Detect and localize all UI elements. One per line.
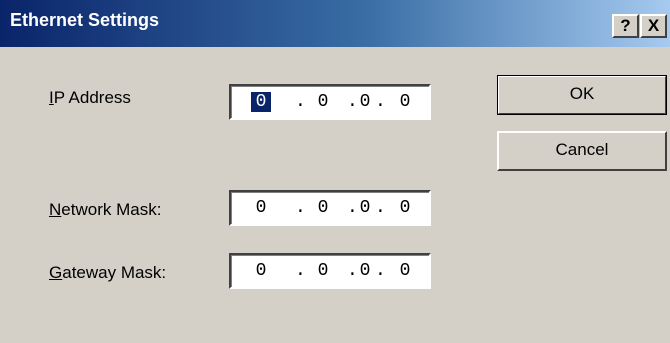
- network-mask-octet-4[interactable]: 0: [395, 198, 415, 218]
- gateway-mask-octet-3[interactable]: 0: [355, 261, 375, 281]
- ip-address-octet-4[interactable]: 0: [395, 92, 415, 112]
- octet-separator: .: [295, 261, 306, 281]
- ethernet-settings-dialog: Ethernet Settings ? X IP Address 0 . 0 .…: [0, 0, 670, 343]
- gateway-mask-label-text: ateway Mask:: [62, 263, 167, 282]
- octet-separator: .: [295, 198, 306, 218]
- gateway-mask-mnemonic: G: [49, 263, 63, 282]
- ok-button[interactable]: OK: [497, 75, 667, 115]
- ip-address-octet-1[interactable]: 0: [251, 92, 271, 112]
- cancel-button[interactable]: Cancel: [497, 131, 667, 171]
- ip-address-label: IP Address: [49, 88, 131, 108]
- close-button[interactable]: X: [640, 14, 667, 38]
- ip-address-label-text: P Address: [53, 88, 131, 107]
- gateway-mask-label: Gateway Mask:: [49, 263, 166, 283]
- network-mask-octet-1[interactable]: 0: [251, 198, 271, 218]
- network-mask-mnemonic: N: [49, 200, 62, 219]
- octet-separator: .: [375, 198, 386, 218]
- network-mask-label: Network Mask:: [49, 200, 161, 220]
- network-mask-octet-2[interactable]: 0: [313, 198, 333, 218]
- ip-address-octet-2[interactable]: 0: [313, 92, 333, 112]
- octet-separator: .: [295, 92, 306, 112]
- ip-address-octet-3[interactable]: 0: [355, 92, 375, 112]
- octet-separator: .: [375, 261, 386, 281]
- gateway-mask-octet-4[interactable]: 0: [395, 261, 415, 281]
- help-button[interactable]: ?: [612, 14, 639, 38]
- network-mask-field[interactable]: 0 . 0 . 0 . 0: [229, 190, 431, 226]
- dialog-title: Ethernet Settings: [10, 10, 160, 30]
- gateway-mask-field[interactable]: 0 . 0 . 0 . 0: [229, 253, 431, 289]
- octet-separator: .: [375, 92, 386, 112]
- network-mask-octet-3[interactable]: 0: [355, 198, 375, 218]
- gateway-mask-octet-2[interactable]: 0: [313, 261, 333, 281]
- gateway-mask-octet-1[interactable]: 0: [251, 261, 271, 281]
- network-mask-label-text: etwork Mask:: [61, 200, 162, 219]
- title-bar[interactable]: Ethernet Settings ? X: [0, 0, 670, 47]
- ip-address-field[interactable]: 0 . 0 . 0 . 0: [229, 84, 431, 120]
